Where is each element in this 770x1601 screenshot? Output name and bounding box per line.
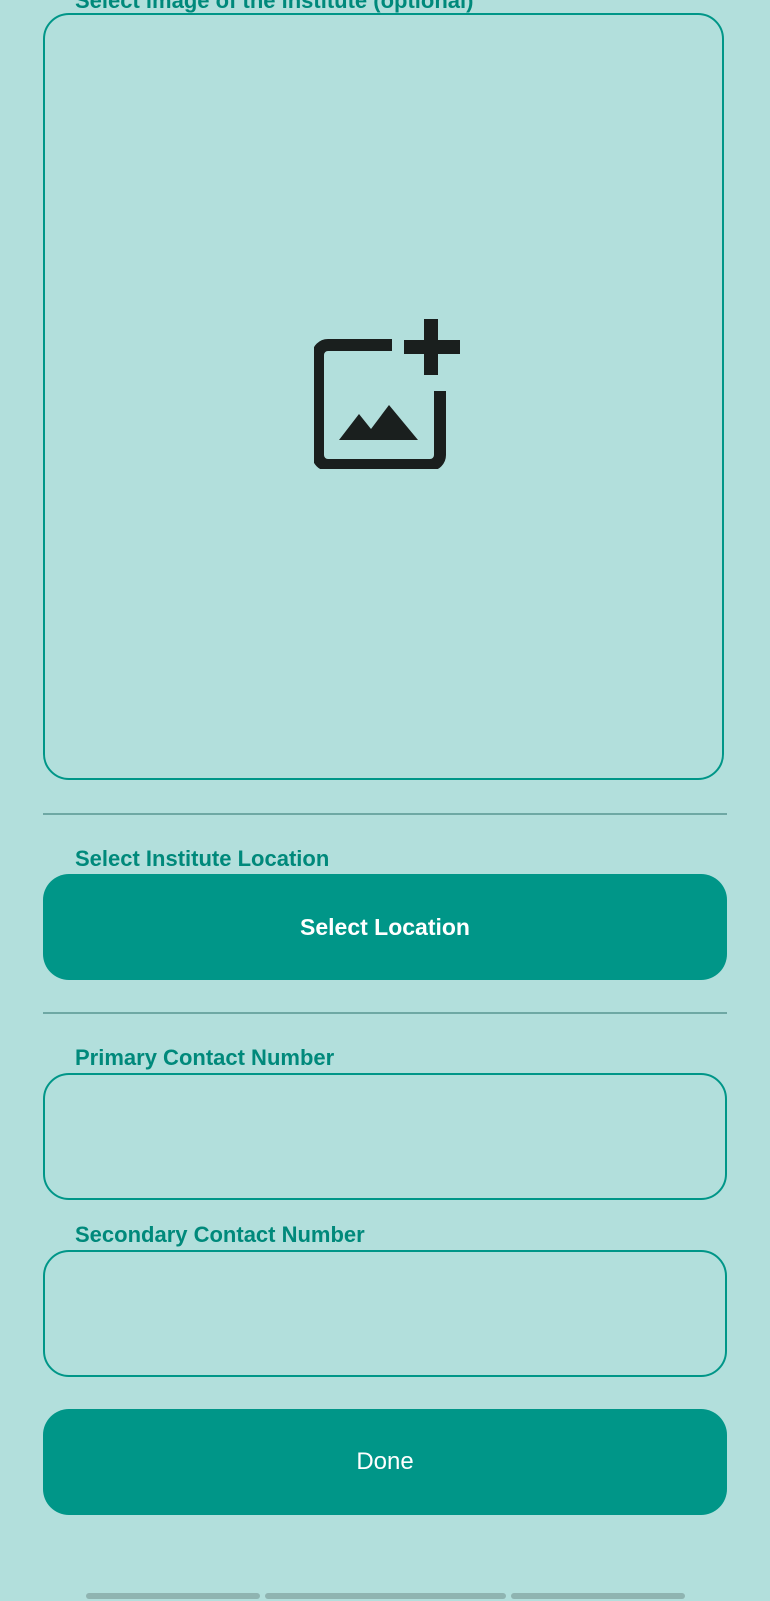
image-section-label: Select image of the institute (optional): [75, 0, 474, 13]
primary-contact-field[interactable]: [43, 1073, 727, 1200]
secondary-contact-label: Secondary Contact Number: [75, 1222, 365, 1247]
divider: [43, 813, 727, 815]
image-picker[interactable]: [43, 13, 724, 780]
primary-contact-input[interactable]: [45, 1075, 725, 1198]
indicator-segment: [511, 1593, 685, 1599]
bottom-indicator: [86, 1593, 685, 1599]
location-label: Select Institute Location: [75, 846, 330, 871]
secondary-contact-input[interactable]: [45, 1252, 725, 1375]
indicator-segment: [265, 1593, 506, 1599]
indicator-segment: [86, 1593, 260, 1599]
divider: [43, 1012, 727, 1014]
select-location-button[interactable]: Select Location: [43, 874, 727, 980]
done-button[interactable]: Done: [43, 1409, 727, 1515]
form-page: Select image of the institute (optional)…: [0, 0, 770, 1601]
add-photo-icon: [314, 319, 460, 469]
secondary-contact-field[interactable]: [43, 1250, 727, 1377]
primary-contact-label: Primary Contact Number: [75, 1045, 335, 1070]
